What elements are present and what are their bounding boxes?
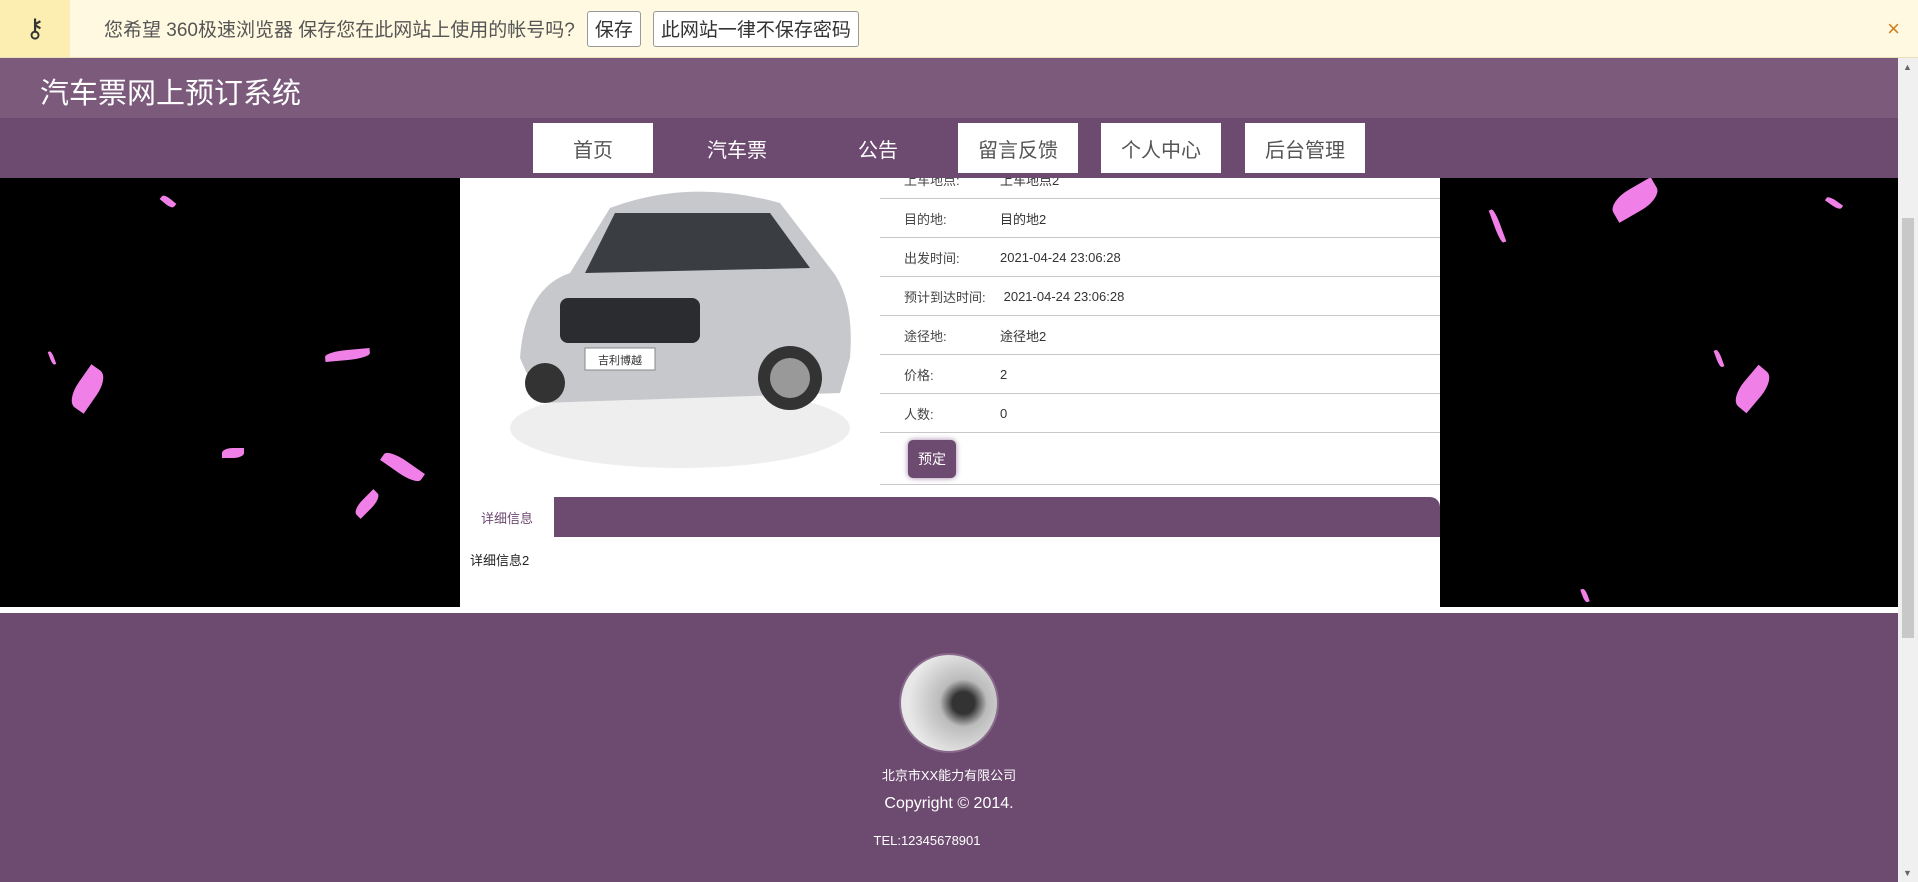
- nav-home[interactable]: 首页: [533, 123, 653, 173]
- main-nav: 首页 汽车票 公告 留言反馈 个人中心 后台管理: [0, 118, 1898, 178]
- petal-decoration: [1580, 588, 1590, 603]
- row-value: 目的地2: [1000, 211, 1047, 227]
- row-label: 目的地:: [904, 211, 947, 227]
- petal-decoration: [222, 448, 244, 458]
- petal-decoration: [1824, 195, 1844, 211]
- petal-decoration: [1488, 208, 1507, 244]
- company-avatar: [899, 653, 999, 753]
- table-row: 上车地点: 上车地点2: [880, 178, 1440, 199]
- petal-decoration: [380, 448, 425, 486]
- row-label: 人数:: [904, 406, 934, 422]
- row-value: 上车地点2: [1000, 178, 1060, 188]
- detail-content: 详细信息2: [470, 553, 530, 568]
- row-value: 2021-04-24 23:06:28: [1000, 288, 1125, 304]
- petal-animation-left: [0, 178, 460, 607]
- row-label: 上车地点:: [904, 178, 960, 188]
- petal-decoration: [352, 489, 382, 519]
- row-label: 出发时间:: [904, 250, 960, 266]
- petal-decoration: [65, 364, 110, 414]
- petal-decoration: [1713, 349, 1725, 368]
- book-row: 预定: [880, 433, 1440, 485]
- petal-decoration: [1607, 178, 1663, 223]
- nav-feedback[interactable]: 留言反馈: [958, 123, 1078, 173]
- table-row: 预计到达时间: 2021-04-24 23:06:28: [880, 277, 1440, 316]
- telephone: TEL:12345678901: [873, 833, 981, 848]
- row-value: 2: [1000, 366, 1008, 382]
- car-image: 吉利博越: [490, 178, 865, 488]
- nav-admin[interactable]: 后台管理: [1245, 123, 1365, 173]
- table-row: 目的地: 目的地2: [880, 199, 1440, 238]
- row-label: 途径地:: [904, 328, 947, 344]
- scrollbar-thumb[interactable]: [1902, 218, 1914, 638]
- car-plate-text: 吉利博越: [598, 353, 642, 367]
- scroll-down-icon[interactable]: ▼: [1903, 868, 1912, 878]
- petal-decoration: [47, 350, 57, 366]
- company-name: 北京市XX能力有限公司: [881, 768, 1017, 783]
- infobar-message: 您希望 360极速浏览器 保存您在此网站上使用的帐号吗?: [104, 20, 575, 41]
- site-footer: 北京市XX能力有限公司 Copyright © 2014. TEL:123456…: [0, 610, 1898, 882]
- ticket-info-table: 上车地点: 上车地点2 目的地: 目的地2 出发时间: 2021-04-24 23:0…: [880, 178, 1440, 485]
- nav-personal-center[interactable]: 个人中心: [1101, 123, 1221, 173]
- site-title: 汽车票网上预订系统: [40, 78, 302, 110]
- nav-tickets[interactable]: 汽车票: [677, 123, 797, 173]
- book-button[interactable]: 预定: [908, 439, 956, 478]
- nav-announcements[interactable]: 公告: [818, 123, 938, 173]
- petal-decoration: [324, 348, 371, 362]
- table-row: 人数: 0: [880, 394, 1440, 433]
- tab-details[interactable]: 详细信息: [460, 497, 554, 537]
- table-row: 价格: 2: [880, 355, 1440, 394]
- row-value: 0: [1000, 405, 1008, 421]
- row-label: 价格:: [904, 367, 934, 383]
- site-header: 汽车票网上预订系统: [0, 58, 1898, 118]
- table-row: 途径地: 途径地2: [880, 316, 1440, 355]
- petal-animation-right: [1440, 178, 1898, 607]
- save-password-button[interactable]: 保存: [586, 10, 641, 47]
- password-save-infobar: ⚷ 您希望 360极速浏览器 保存您在此网站上使用的帐号吗? 保存 此网站一律不…: [0, 0, 1918, 58]
- petal-decoration: [1729, 364, 1776, 414]
- never-save-button[interactable]: 此网站一律不保存密码: [652, 10, 859, 47]
- petal-decoration: [159, 193, 177, 210]
- ticket-detail: 吉利博越 上车地点: 上车地点2 目的地: 目的地2 出发时间: 2021-04-24…: [460, 178, 1440, 607]
- row-label: 预计到达时间:: [904, 289, 986, 305]
- scroll-up-icon[interactable]: ▲: [1903, 62, 1912, 72]
- tab-bar: 详细信息: [460, 497, 1440, 537]
- row-value: 途径地2: [1000, 328, 1047, 344]
- key-icon: ⚷: [0, 0, 70, 57]
- page-scrollbar[interactable]: ▲ ▼: [1898, 58, 1918, 882]
- table-row: 出发时间: 2021-04-24 23:06:28: [880, 238, 1440, 277]
- close-icon[interactable]: ×: [1887, 16, 1900, 42]
- row-value: 2021-04-24 23:06:28: [1000, 249, 1121, 265]
- copyright: Copyright © 2014.: [884, 795, 1014, 812]
